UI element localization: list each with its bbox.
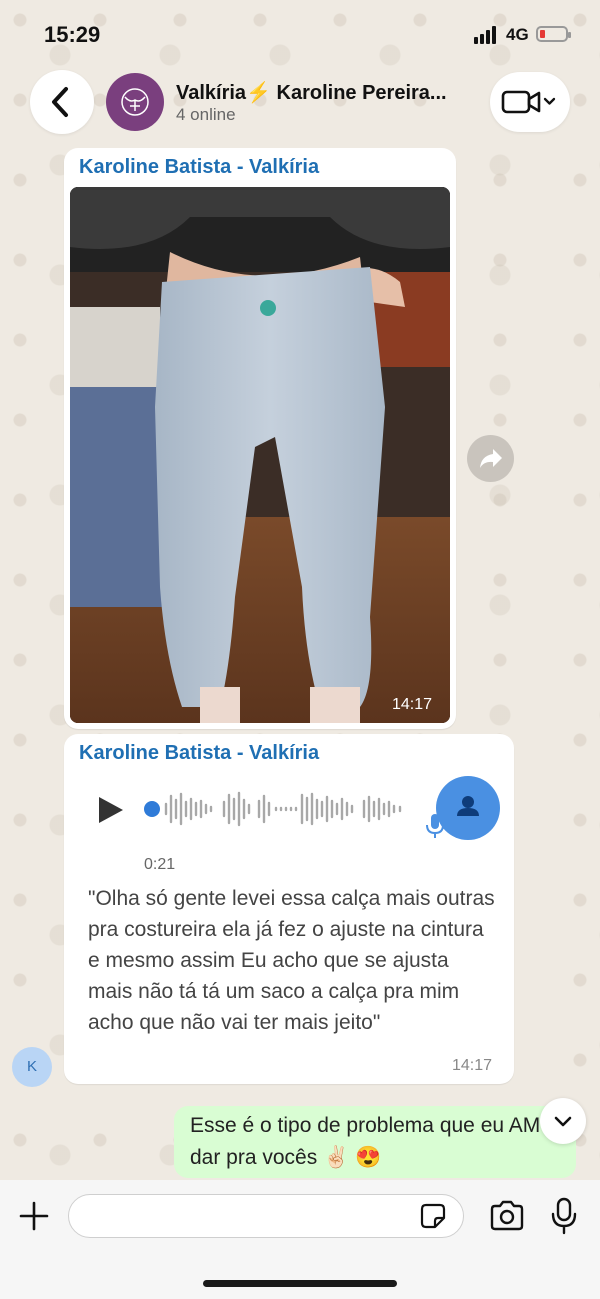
group-avatar[interactable]: [106, 73, 164, 131]
status-time: 15:29: [44, 22, 101, 47]
play-button[interactable]: [96, 795, 126, 825]
message-photo[interactable]: [70, 187, 450, 723]
message-sender[interactable]: Karoline Batista - Valkíria: [79, 156, 319, 179]
message-sender[interactable]: Karoline Batista - Valkíria: [79, 742, 319, 765]
photo-timestamp: 14:17: [392, 696, 433, 713]
voice-duration: 0:21: [144, 856, 176, 873]
plus-icon: [19, 1201, 49, 1231]
photo-content: [70, 187, 450, 723]
play-icon: [99, 797, 123, 823]
voice-timestamp: 14:17: [452, 1057, 493, 1074]
attach-button[interactable]: [14, 1196, 54, 1236]
sender-avatar[interactable]: K: [12, 1047, 52, 1087]
voice-sender-avatar: [436, 776, 500, 840]
video-call-button[interactable]: [490, 72, 570, 132]
playback-scrubber[interactable]: [144, 801, 160, 817]
back-button[interactable]: [30, 70, 94, 134]
camera-button[interactable]: [488, 1198, 526, 1234]
chat-subtitle: 4 online: [176, 105, 236, 124]
valkiria-logo-icon: [121, 88, 149, 116]
network-label: 4G: [506, 25, 529, 44]
forward-icon: [480, 449, 502, 468]
chevron-down-icon: [554, 1116, 572, 1127]
chat-title[interactable]: Valkíria⚡️ Karoline Pereira...: [176, 80, 476, 105]
outgoing-message-text: Esse é o tipo de problema que eu AMO dar…: [190, 1114, 557, 1169]
signal-icon: [474, 26, 500, 44]
home-indicator: [203, 1280, 397, 1287]
sticker-button[interactable]: [418, 1201, 448, 1231]
camera-icon: [490, 1200, 524, 1231]
person-icon: [457, 796, 479, 816]
mic-button[interactable]: [548, 1196, 580, 1236]
forward-button[interactable]: [467, 435, 514, 482]
scroll-to-bottom-button[interactable]: [540, 1098, 586, 1144]
chevron-left-icon: [52, 87, 68, 117]
video-camera-icon: [501, 90, 556, 114]
sticker-icon: [420, 1203, 446, 1229]
microphone-icon: [551, 1197, 577, 1235]
battery-icon: [536, 26, 571, 42]
message-input[interactable]: [68, 1194, 464, 1238]
audio-waveform[interactable]: [164, 790, 404, 828]
voice-transcript: "Olha só gente levei essa calça mais out…: [88, 887, 495, 1034]
status-bar: 15:29 4G: [0, 0, 600, 70]
